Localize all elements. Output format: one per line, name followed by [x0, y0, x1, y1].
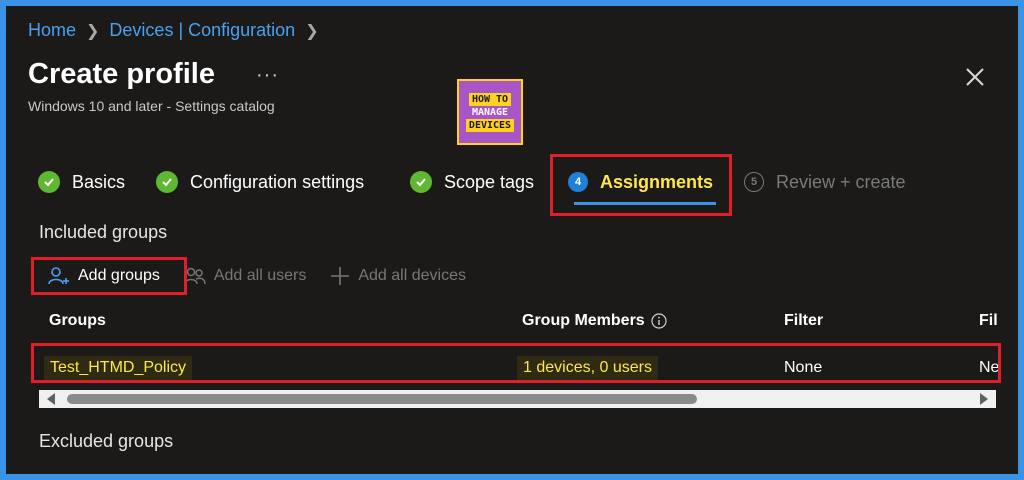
- callout-box-add-groups: [31, 257, 187, 295]
- add-all-users-button[interactable]: Add all users: [184, 266, 307, 286]
- check-circle-icon: [410, 171, 432, 193]
- chevron-right-icon: ❯: [305, 22, 319, 40]
- callout-box-assignments: [550, 154, 732, 216]
- step-label: Review + create: [776, 171, 906, 192]
- logo-text-line2: MANAGE: [471, 106, 509, 118]
- create-profile-pane: Home ❯ Devices | Configuration ❯ Create …: [6, 6, 1018, 474]
- scroll-right-arrow-icon[interactable]: [980, 393, 988, 405]
- chevron-right-icon: ❯: [86, 22, 100, 40]
- column-label: Fil: [979, 312, 998, 329]
- column-label: Group Members: [522, 312, 645, 329]
- callout-box-group-row: [31, 343, 1001, 383]
- step-label: Basics: [72, 171, 126, 192]
- breadcrumb-home[interactable]: Home: [28, 20, 76, 41]
- scrollbar-thumb[interactable]: [67, 394, 697, 404]
- step-label: Scope tags: [444, 171, 535, 192]
- horizontal-scrollbar[interactable]: [39, 390, 996, 408]
- logo-text-line3: DEVICES: [465, 118, 515, 132]
- step-number-badge: 5: [744, 172, 764, 192]
- step-label: Configuration settings: [190, 171, 365, 192]
- more-options-button[interactable]: ···: [256, 64, 279, 87]
- step-scope-tags[interactable]: Scope tags: [410, 164, 534, 200]
- check-circle-icon: [156, 171, 178, 193]
- check-circle-icon: [38, 171, 60, 193]
- close-icon[interactable]: [964, 66, 986, 88]
- people-icon: [184, 266, 206, 286]
- page-subtitle: Windows 10 and later - Settings catalog: [28, 98, 275, 114]
- htmd-logo: HOW TO MANAGE DEVICES: [457, 79, 523, 145]
- column-header-filter[interactable]: Filter: [784, 312, 823, 330]
- scroll-left-arrow-icon[interactable]: [47, 393, 55, 405]
- breadcrumb: Home ❯ Devices | Configuration ❯: [28, 20, 329, 41]
- column-header-filter-mode[interactable]: Fil: [979, 312, 998, 330]
- step-basics[interactable]: Basics: [38, 164, 125, 200]
- step-review-create[interactable]: 5 Review + create: [744, 164, 906, 200]
- page-title: Create profile: [28, 58, 215, 90]
- add-all-devices-button[interactable]: Add all devices: [330, 266, 466, 286]
- add-all-users-label: Add all users: [213, 267, 307, 284]
- logo-text-line1: HOW TO: [468, 92, 512, 106]
- column-label: Groups: [49, 312, 106, 329]
- breadcrumb-devices-configuration[interactable]: Devices | Configuration: [109, 20, 295, 41]
- info-icon[interactable]: [651, 313, 667, 329]
- column-label: Filter: [784, 312, 824, 329]
- excluded-groups-heading: Excluded groups: [39, 431, 174, 451]
- plus-icon: [330, 266, 350, 286]
- included-groups-heading: Included groups: [39, 222, 168, 242]
- wizard-steps: Basics Configuration settings Scope tags…: [38, 164, 978, 204]
- column-header-group-members[interactable]: Group Members: [522, 312, 667, 330]
- add-all-devices-label: Add all devices: [358, 267, 466, 284]
- step-configuration-settings[interactable]: Configuration settings: [156, 164, 364, 200]
- column-header-groups[interactable]: Groups: [49, 312, 106, 330]
